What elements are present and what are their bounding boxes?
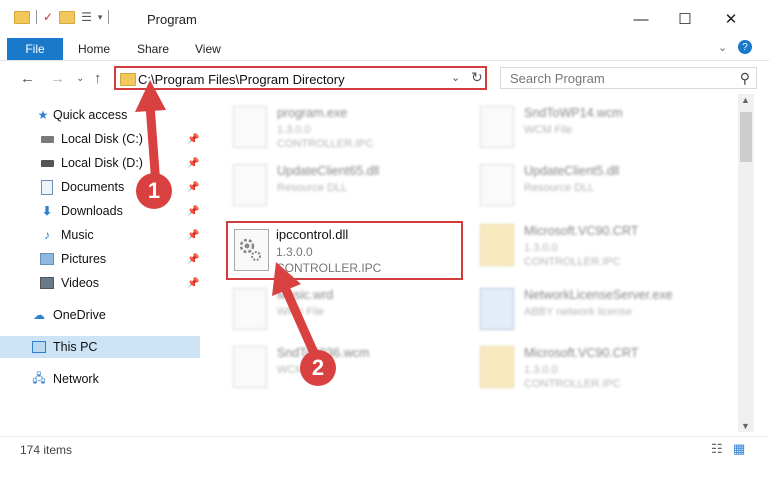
arrow-two [272, 262, 323, 367]
large-icons-view-icon[interactable]: ▦ [733, 441, 745, 457]
annotation-arrows [135, 80, 323, 367]
details-view-icon[interactable]: ☷ [711, 441, 723, 457]
annotation-marker-2: 2 [300, 350, 336, 386]
arrow-one [135, 80, 166, 190]
annotation-marker-1: 1 [136, 173, 172, 209]
item-count: 174 items [20, 443, 73, 457]
status-bar: 174 items ☷ ▦ [0, 436, 769, 479]
